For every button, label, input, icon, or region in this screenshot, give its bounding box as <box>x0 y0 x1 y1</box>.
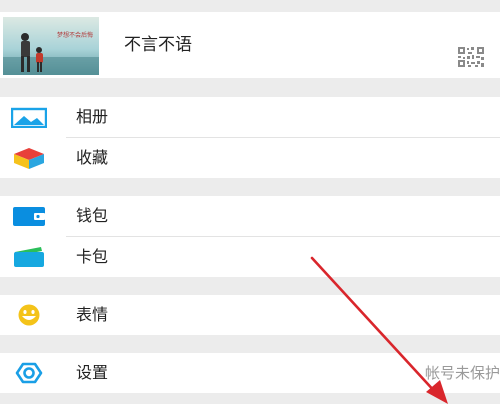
card-wallet-icon <box>14 247 44 267</box>
menu-item-label: 卡包 <box>76 247 109 266</box>
album-icon <box>11 107 47 128</box>
menu-item-label: 钱包 <box>76 206 109 225</box>
menu-item-album[interactable]: 相册 <box>0 97 500 137</box>
menu-item-settings[interactable]: 设置 帐号未保护 <box>0 353 500 393</box>
profile-nickname: 不言不语 <box>124 35 192 55</box>
profile-card[interactable]: 梦想不会后悔 不言不语 <box>0 12 500 78</box>
account-protection-status: 帐号未保护 <box>424 364 500 382</box>
menu-item-label: 相册 <box>76 107 109 126</box>
menu-group-stickers: 表情 <box>0 295 500 335</box>
menu-group-settings: 设置 帐号未保护 <box>0 353 500 393</box>
favorites-cube-icon <box>14 148 44 169</box>
menu-group-payment: 钱包 卡包 <box>0 196 500 277</box>
menu-item-wallet[interactable]: 钱包 <box>0 196 500 236</box>
menu-item-stickers[interactable]: 表情 <box>0 295 500 335</box>
smiley-icon <box>18 304 40 326</box>
menu-item-label: 设置 <box>76 363 109 382</box>
menu-item-favorites[interactable]: 收藏 <box>0 138 500 178</box>
wallet-icon <box>13 207 45 226</box>
avatar-caption: 梦想不会后悔 <box>57 31 93 39</box>
gear-icon <box>15 362 43 384</box>
menu-group-media: 相册 收藏 <box>0 97 500 178</box>
menu-item-label: 表情 <box>76 305 109 324</box>
avatar: 梦想不会后悔 <box>3 17 99 75</box>
menu-item-label: 收藏 <box>76 148 109 167</box>
qr-code-icon[interactable] <box>458 47 484 67</box>
menu-item-cards[interactable]: 卡包 <box>0 237 500 277</box>
